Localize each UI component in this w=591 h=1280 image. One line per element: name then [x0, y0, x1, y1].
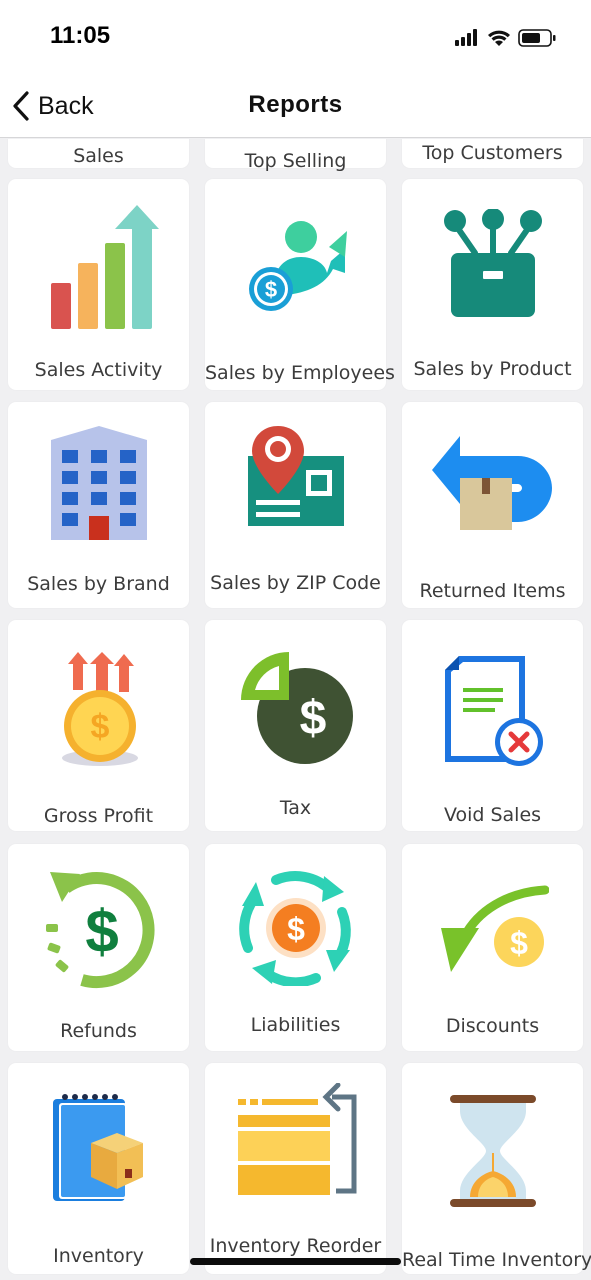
report-tile-gross-profit[interactable]: $ Gross Profit [8, 620, 189, 831]
report-tile-label: Void Sales [443, 804, 542, 826]
signal-icon [455, 29, 477, 46]
bar-chart-arrow-icon [50, 205, 159, 329]
report-tile-sales-by-zip-code[interactable]: Sales by ZIP Code [205, 402, 386, 608]
report-tile-label: Gross Profit [43, 805, 154, 827]
report-tile-top-customers[interactable]: Top Customers [402, 139, 583, 168]
employee-dollar-icon: $ [248, 221, 347, 311]
report-tile-returned-items[interactable]: Returned Items [402, 402, 583, 608]
wifi-icon [488, 30, 510, 46]
report-tile-label: Real Time Inventory [402, 1249, 591, 1271]
gold-coin-arrows-icon: $ [61, 652, 138, 766]
report-tile-discounts[interactable]: $ Discounts [402, 844, 583, 1051]
report-tile-label: Top Customers [422, 142, 563, 164]
report-tile-tax[interactable]: $ Tax [205, 620, 386, 831]
discount-arrow-coin-icon: $ [440, 885, 549, 972]
building-icon [50, 426, 147, 540]
report-tile-top-selling[interactable]: Top Selling [205, 139, 386, 172]
page-title: Reports [248, 91, 343, 118]
svg-text:$: $ [299, 692, 326, 745]
report-tile-refunds[interactable]: $ Refunds [8, 844, 189, 1051]
report-tile-label: Inventory Reorder [209, 1235, 382, 1257]
svg-text:$: $ [510, 925, 528, 961]
report-tile-label: Sales by Product [413, 358, 572, 380]
report-tile-label: Discounts [445, 1015, 540, 1037]
report-tile-inventory[interactable]: Inventory [8, 1063, 189, 1274]
refund-dollar-icon: $ [45, 872, 154, 989]
report-tile-sales-by-employees[interactable]: $ Sales by Employees [205, 179, 395, 390]
report-tile-label: Sales [73, 145, 124, 167]
liabilities-cycle-icon: $ [238, 871, 351, 986]
tax-pie-dollar-icon: $ [240, 652, 353, 764]
report-tile-label: Sales by ZIP Code [210, 572, 381, 594]
status-time: 11:05 [50, 22, 111, 49]
report-tile-sales-by-brand[interactable]: Sales by Brand [8, 402, 189, 608]
report-tile-label: Refunds [60, 1020, 137, 1042]
status-icons [455, 29, 556, 47]
report-tile-label: Tax [279, 797, 312, 819]
product-box-icon [443, 209, 542, 317]
svg-text:$: $ [264, 277, 276, 302]
report-tile-label: Sales Activity [34, 359, 163, 381]
home-indicator [190, 1258, 401, 1265]
report-tile-label: Sales by Employees [205, 362, 395, 384]
reorder-list-icon [237, 1083, 356, 1195]
void-document-icon [444, 656, 543, 766]
report-tile-sales-by-product[interactable]: Sales by Product [402, 179, 583, 390]
return-box-icon [431, 436, 552, 530]
report-tile-label: Sales by Brand [27, 573, 170, 595]
report-tile-liabilities[interactable]: $ Liabilities [205, 844, 386, 1051]
nav-bar: Back Reports [0, 76, 591, 138]
report-tile-label: Returned Items [419, 580, 566, 602]
report-tile-label: Top Selling [244, 150, 347, 172]
battery-icon [518, 29, 556, 47]
svg-text:$: $ [287, 911, 305, 947]
hourglass-icon [449, 1095, 536, 1207]
report-tile-inventory-reorder[interactable]: Inventory Reorder [205, 1063, 386, 1274]
report-tile-sales-activity[interactable]: Sales Activity [8, 179, 189, 390]
zip-location-card-icon [247, 426, 344, 526]
status-bar: 11:05 [0, 0, 591, 76]
svg-text:$: $ [90, 708, 109, 746]
report-tile-label: Inventory [53, 1245, 144, 1267]
reports-grid[interactable]: Sales Top Selling Top Customers Sales Ac… [0, 139, 591, 1280]
report-tile-real-time-inventory[interactable]: Real Time Inventory [402, 1063, 591, 1274]
report-tile-sales[interactable]: Sales [8, 139, 189, 168]
svg-text:$: $ [85, 898, 118, 965]
report-tile-label: Liabilities [250, 1014, 341, 1036]
inventory-notebook-box-icon [52, 1094, 143, 1201]
report-tile-void-sales[interactable]: Void Sales [402, 620, 583, 831]
